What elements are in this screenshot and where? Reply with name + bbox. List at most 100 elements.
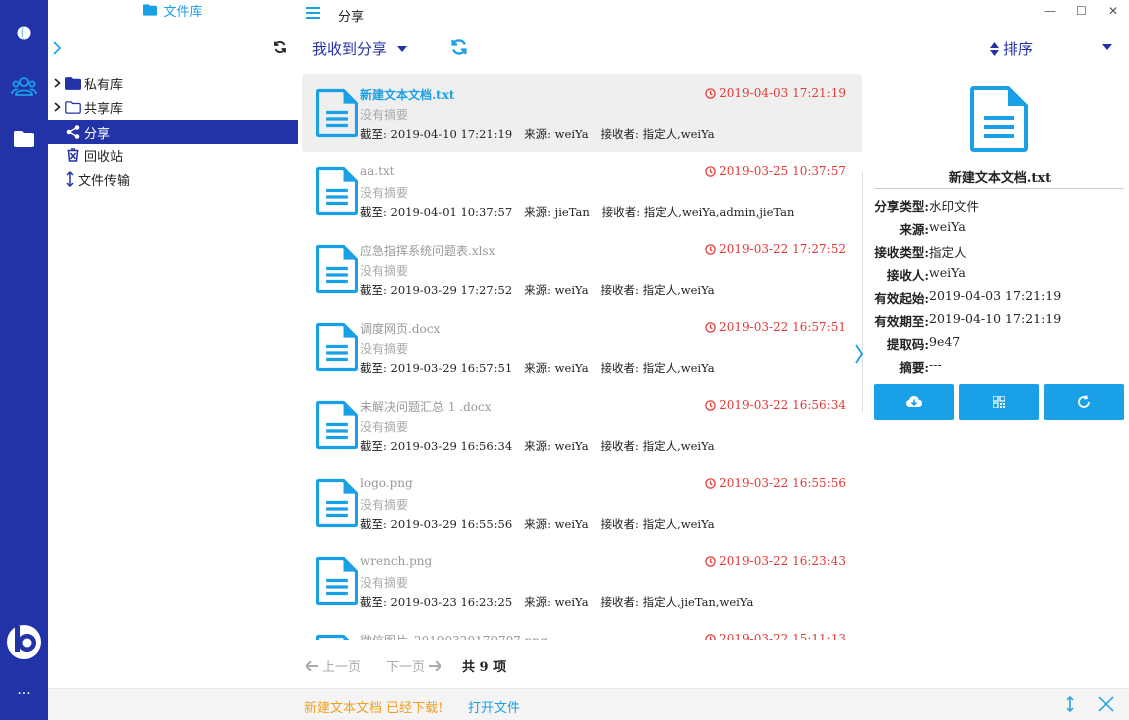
file-meta: 截至: 2019-03-29 16:56:34 来源: weiYa 接收者: 指定人… (360, 438, 727, 454)
receiver: 接收者: 指定人,weiYa (600, 439, 715, 453)
list-item[interactable]: 应急指挥系统问题表.xlsx 没有摘要截至: 2019-03-29 17:27:5… (302, 230, 862, 308)
share-list: 新建文本文档.txt 没有摘要 截至: 2019-04-10 17:21:19 来源:… (298, 72, 864, 640)
clock-icon (705, 87, 716, 99)
clock-icon (705, 243, 716, 255)
deadline: 截至: 2019-03-29 16:57:51 (360, 361, 513, 375)
refresh-tree-icon[interactable] (273, 40, 287, 54)
minimize-button[interactable]: — (1044, 4, 1056, 18)
trash-icon (64, 148, 82, 162)
file-meta: 截至: 2019-03-23 16:23:25 来源: weiYa 接收者: 指定人… (360, 594, 765, 610)
more-icon[interactable]: ··· (0, 686, 48, 702)
sort-icon (990, 41, 999, 56)
file-doc-icon (316, 88, 358, 138)
qrcode-icon (993, 396, 1005, 408)
folder-icon[interactable] (0, 131, 48, 147)
file-summary: 没有摘要 (360, 498, 409, 512)
detail-field: 摘要: --- (864, 357, 942, 377)
file-meta: 截至: 2019-03-29 16:55:56 来源: weiYa 接收者: 指定人… (360, 516, 727, 532)
file-summary: 没有摘要 (360, 108, 409, 122)
detail-field: 提取码: 9e47 (864, 334, 960, 354)
tree-item-private[interactable]: 私有库 (48, 71, 298, 95)
list-item[interactable]: logo.png 没有摘要 截至: 2019-03-29 16:55:56 来源: w… (302, 464, 862, 542)
detail-field-value: --- (929, 357, 942, 372)
detail-field-label: 接收类型: (874, 245, 929, 260)
tree-item-transfer[interactable]: 文件传输 (48, 167, 298, 191)
detail-field: 分享类型: 水印文件 (864, 196, 979, 216)
share-date: 2019-03-22 16:56:34 (705, 398, 846, 412)
receiver: 接收者: 指定人,weiYa (600, 283, 715, 297)
file-name: 应急指挥系统问题表.xlsx (360, 244, 496, 258)
file-name: 微信图片_20190320170707.png (360, 632, 548, 640)
source: 来源: weiYa (524, 283, 589, 297)
share-date-text: 2019-03-22 16:23:43 (719, 554, 846, 568)
status-message: 新建文本文档 已经下载! (304, 701, 444, 716)
tree-title: 文件库 (48, 2, 298, 20)
close-icon[interactable] (1098, 696, 1114, 712)
share-date-text: 2019-03-22 16:56:34 (719, 398, 846, 412)
users-icon[interactable] (0, 76, 48, 98)
reshare-button[interactable] (1044, 384, 1124, 420)
library-tree: 文件库 私有库 共享库 分享 回收站 文件传输 (48, 0, 298, 688)
left-rail: ··· (0, 0, 48, 720)
source: 来源: jieTan (524, 205, 590, 219)
refresh-icon (1078, 395, 1090, 408)
transfer-icon[interactable] (1066, 696, 1074, 712)
share-type-select[interactable]: 我收到分享 (312, 38, 408, 59)
expand-panel-icon[interactable] (52, 41, 62, 55)
arrow-right-icon (429, 660, 442, 671)
source: 来源: weiYa (524, 517, 589, 531)
maximize-button[interactable]: ☐ (1076, 4, 1087, 18)
file-name: 新建文本文档.txt (360, 88, 455, 102)
download-button[interactable] (874, 384, 954, 420)
file-doc-icon (316, 556, 358, 606)
qrcode-button[interactable] (959, 384, 1039, 420)
globe-icon[interactable] (0, 25, 48, 41)
clock-icon (705, 399, 716, 411)
detail-field: 接收人: weiYa (864, 265, 966, 285)
share-date-text: 2019-03-22 16:55:56 (719, 476, 846, 490)
list-item[interactable]: aa.txt 没有摘要 截至: 2019-04-01 10:37:57 来源: jie… (302, 152, 862, 230)
detail-field-label: 来源: (899, 222, 929, 237)
file-meta: 截至: 2019-04-01 10:37:57 来源: jieTan 接收者: 指定… (360, 204, 806, 220)
list-item[interactable]: 调度网页.docx 没有摘要 截至: 2019-03-29 16:57:51 来源: … (302, 308, 862, 386)
deadline: 截至: 2019-04-01 10:37:57 (360, 205, 513, 219)
sort-select[interactable]: 排序 (990, 38, 1033, 59)
detail-field-label: 接收人: (886, 268, 929, 283)
receiver: 接收者: 指定人,weiYa (600, 127, 715, 141)
top-bar: 分享 — ☐ ✕ 我收到分享 排序 (298, 0, 1129, 72)
menu-icon[interactable] (306, 7, 320, 19)
deadline: 截至: 2019-03-29 17:27:52 (360, 283, 513, 297)
file-doc-icon (316, 322, 358, 372)
list-item[interactable]: 新建文本文档.txt 没有摘要 截至: 2019-04-10 17:21:19 来源:… (302, 74, 862, 152)
collapse-detail-icon[interactable] (854, 344, 864, 364)
source: 来源: weiYa (524, 595, 589, 609)
status-bar: 新建文本文档 已经下载! 打开文件 (48, 688, 1129, 720)
share-date-text: 2019-03-22 16:57:51 (719, 320, 846, 334)
detail-field: 有效期至: 2019-04-10 17:21:19 (864, 311, 1061, 331)
caret-down-icon[interactable] (1102, 44, 1112, 50)
file-summary: 没有摘要 (360, 186, 409, 200)
list-item[interactable]: 未解决问题汇总 1 .docx 没有摘要 截至: 2019-03-29 16:56:… (302, 386, 862, 464)
list-item[interactable]: wrench.png 没有摘要 截至: 2019-03-23 16:23:25 来源:… (302, 542, 862, 620)
share-date: 2019-03-25 10:37:57 (705, 164, 846, 178)
file-doc-icon (316, 244, 358, 294)
list-item[interactable]: 微信图片_20190320170707.png没有摘要2019-03-22 15… (302, 620, 862, 640)
clock-icon (705, 555, 716, 567)
close-button[interactable]: ✕ (1108, 4, 1118, 18)
app-logo-icon[interactable] (0, 622, 48, 660)
tree-item-shared[interactable]: 共享库 (48, 95, 298, 119)
file-summary: 没有摘要 (360, 264, 409, 278)
detail-field-label: 分享类型: (874, 199, 929, 214)
tree-item-share[interactable]: 分享 (48, 120, 298, 144)
open-file-link[interactable]: 打开文件 (468, 697, 520, 716)
sync-icon[interactable] (450, 38, 468, 56)
chevron-right-icon[interactable] (50, 78, 64, 88)
tree-item-recycle[interactable]: 回收站 (48, 143, 298, 167)
divider (862, 172, 863, 412)
share-date-text: 2019-03-25 10:37:57 (719, 164, 846, 178)
chevron-right-icon[interactable] (50, 102, 64, 112)
prev-page-button[interactable]: 上一页 (306, 656, 361, 675)
download-icon (906, 396, 922, 407)
next-page-button[interactable]: 下一页 (386, 656, 442, 675)
deadline: 截至: 2019-04-10 17:21:19 (360, 127, 513, 141)
